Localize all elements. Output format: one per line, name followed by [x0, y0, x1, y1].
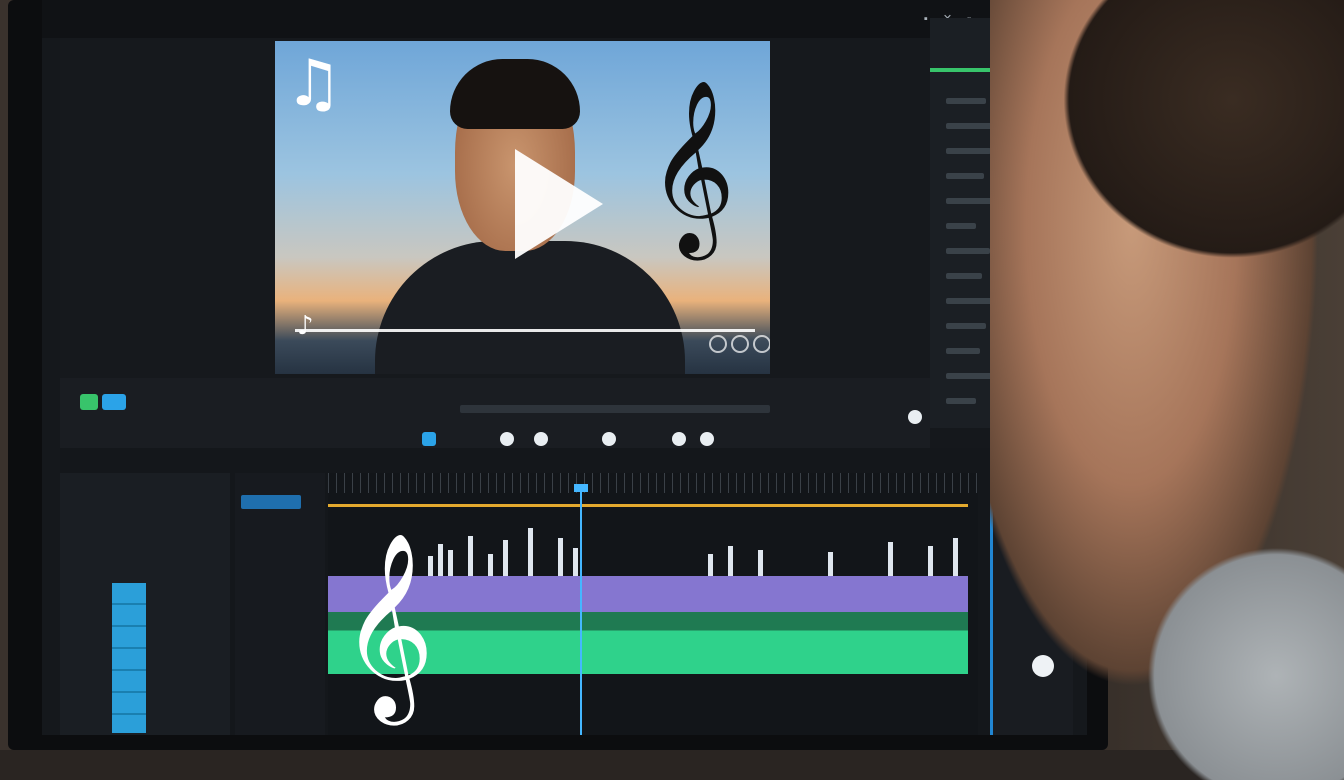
inspector-row[interactable] — [946, 273, 982, 279]
video-viewer: ♫ 𝄞 ♪ — [60, 38, 930, 378]
transport-bar — [60, 378, 930, 448]
loop-button[interactable] — [908, 410, 922, 424]
settings-button[interactable] — [709, 335, 727, 353]
music-note-icon: ♫ — [285, 47, 343, 121]
volume-button[interactable] — [731, 335, 749, 353]
waveform-bar — [758, 550, 763, 576]
playhead[interactable] — [580, 488, 582, 735]
timeline-ruler[interactable] — [328, 473, 978, 493]
record-button[interactable] — [80, 394, 98, 410]
fullscreen-button[interactable] — [753, 335, 770, 353]
track-headers — [235, 473, 325, 735]
waveform-bar — [828, 552, 833, 576]
track-list — [60, 473, 230, 735]
waveform-bar — [468, 536, 473, 576]
clip-label-badge[interactable] — [241, 495, 301, 509]
marker-out-label[interactable] — [636, 434, 660, 444]
waveform-bar — [953, 538, 958, 576]
inspector-row[interactable] — [946, 173, 984, 179]
mixer-cells[interactable] — [112, 583, 146, 733]
inspector-row[interactable] — [946, 148, 991, 154]
waveform-bar — [438, 544, 443, 576]
work-area-bar[interactable] — [328, 504, 968, 507]
waveform-bar — [558, 538, 563, 576]
treble-clef-icon: 𝄞 — [647, 79, 736, 253]
video-preview[interactable]: ♫ 𝄞 ♪ — [275, 41, 770, 374]
snap-button[interactable] — [422, 432, 436, 446]
inspector-row[interactable] — [946, 398, 976, 404]
waveform-bar — [528, 528, 533, 576]
rewind-button[interactable] — [534, 432, 548, 446]
waveform-bar — [708, 554, 713, 576]
play-icon[interactable] — [515, 149, 603, 259]
inspector-row[interactable] — [946, 348, 980, 354]
waveform-bar — [448, 550, 453, 576]
waveform-bar — [573, 548, 578, 576]
inspector-row[interactable] — [946, 298, 994, 304]
inspector-row[interactable] — [946, 323, 986, 329]
preview-progress-bar[interactable] — [295, 329, 755, 332]
marker-in-label[interactable] — [568, 434, 592, 444]
inspector-row[interactable] — [946, 123, 996, 129]
inspector-row[interactable] — [946, 373, 992, 379]
inspector-row[interactable] — [946, 223, 976, 229]
play-button[interactable] — [602, 432, 616, 446]
scrub-bar[interactable] — [460, 405, 770, 413]
waveform-bar — [503, 540, 508, 576]
waveform-bar — [488, 554, 493, 576]
treble-clef-icon: 𝄞 — [340, 530, 435, 717]
waveform-bar — [728, 546, 733, 576]
timeline-panel: 𝄞 — [60, 448, 1073, 735]
skip-back-button[interactable] — [500, 432, 514, 446]
forward-button[interactable] — [672, 432, 686, 446]
mode-button[interactable] — [102, 394, 126, 410]
viewer-person-shoulder — [1120, 520, 1344, 780]
skip-forward-button[interactable] — [700, 432, 714, 446]
small-note-icon: ♪ — [297, 311, 314, 341]
waveform-bar — [928, 546, 933, 576]
waveform-bar — [888, 542, 893, 576]
person-hair — [450, 59, 580, 129]
inspector-row[interactable] — [946, 248, 990, 254]
viewer-person-hair — [1040, 0, 1344, 280]
person-torso — [375, 241, 685, 374]
monitor-screen: ▪ ✕ ▫ ♫ 𝄞 ♪ — [42, 0, 1087, 735]
inspector-row[interactable] — [946, 98, 986, 104]
